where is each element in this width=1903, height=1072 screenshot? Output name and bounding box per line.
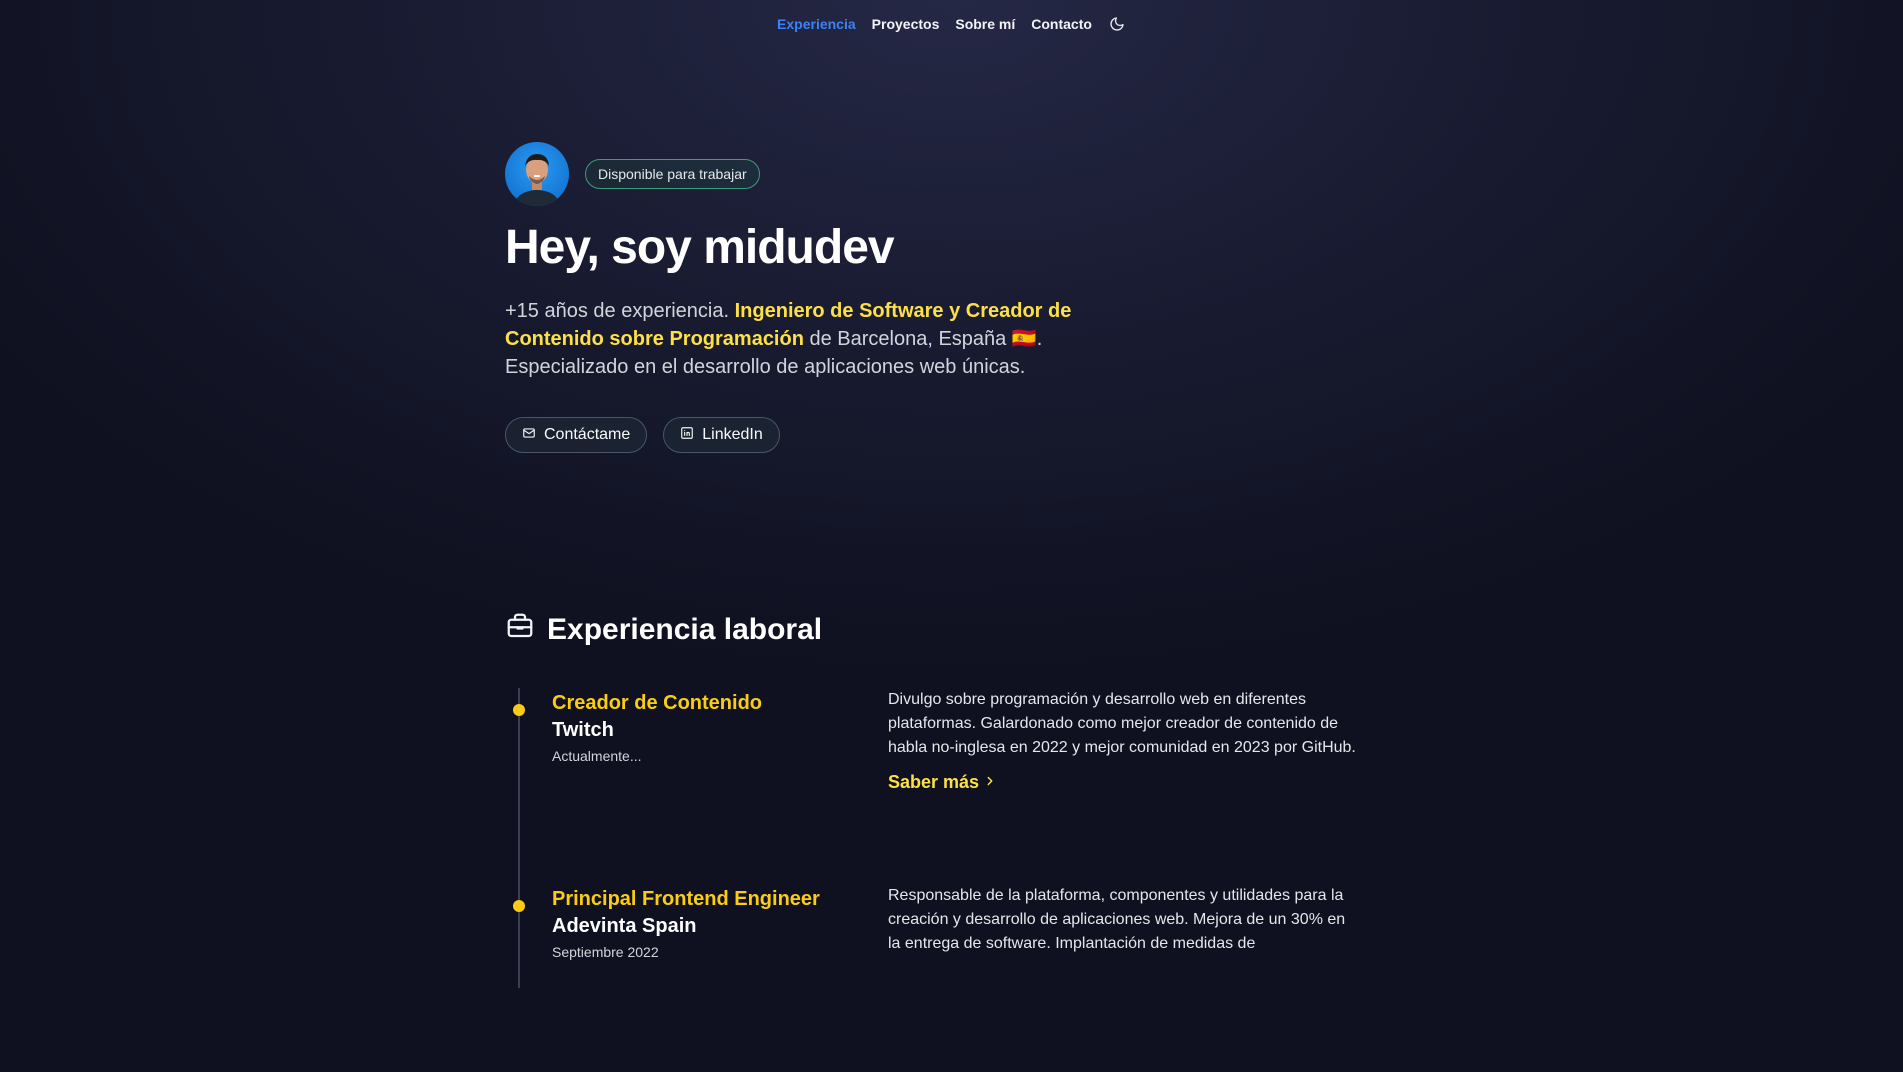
nav-item-proyectos[interactable]: Proyectos xyxy=(872,16,940,32)
hero-buttons: Contáctame LinkedIn xyxy=(505,417,1105,453)
contact-button-label: Contáctame xyxy=(544,426,631,443)
hero-section: Disponible para trabajar Hey, soy midude… xyxy=(505,142,1105,453)
hero-intro: +15 años de experiencia. Ingeniero de So… xyxy=(505,297,1105,381)
page-title: Hey, soy midudev xyxy=(505,221,895,274)
briefcase-icon xyxy=(505,611,535,649)
linkedin-icon xyxy=(680,426,694,445)
job-role: Principal Frontend Engineer xyxy=(552,888,820,910)
status-badge: Disponible para trabajar xyxy=(585,159,760,189)
timeline-item: Creador de Contenido Twitch Actualmente.… xyxy=(505,680,1405,876)
timeline-dot xyxy=(513,900,525,912)
experience-title: Experiencia laboral xyxy=(547,612,823,646)
moon-icon[interactable] xyxy=(1108,15,1126,33)
timeline-item-header: Principal Frontend Engineer Adevinta Spa… xyxy=(552,886,852,960)
job-company: Twitch xyxy=(552,719,614,741)
linkedin-button-label: LinkedIn xyxy=(702,426,763,443)
spain-flag-icon: 🇪🇸 xyxy=(1011,328,1037,350)
nav-item-contacto[interactable]: Contacto xyxy=(1031,16,1092,32)
intro-prefix: +15 años de experiencia. xyxy=(505,300,735,322)
nav-item-sobre-mi[interactable]: Sobre mí xyxy=(955,16,1015,32)
mail-icon xyxy=(522,426,536,445)
contact-button[interactable]: Contáctame xyxy=(505,417,648,453)
chevron-right-icon xyxy=(983,770,997,794)
timeline-dot xyxy=(513,704,525,716)
job-date: Actualmente... xyxy=(552,748,642,764)
learn-more-link[interactable]: Saber más xyxy=(888,770,997,794)
hero-top: Disponible para trabajar xyxy=(505,142,1105,206)
job-company: Adevinta Spain xyxy=(552,915,697,937)
learn-more-label: Saber más xyxy=(888,772,980,792)
avatar xyxy=(505,142,569,206)
job-date: Septiembre 2022 xyxy=(552,944,659,960)
job-role: Creador de Contenido xyxy=(552,692,763,714)
top-nav: Experiencia Proyectos Sobre mí Contacto xyxy=(0,0,1903,48)
nav-item-experiencia[interactable]: Experiencia xyxy=(777,16,856,32)
linkedin-button[interactable]: LinkedIn xyxy=(663,417,780,453)
job-description: Divulgo sobre programación y desarrollo … xyxy=(888,691,1356,756)
timeline-item: Principal Frontend Engineer Adevinta Spa… xyxy=(505,876,1405,1072)
experience-heading: Experiencia laboral xyxy=(505,611,822,649)
timeline-item-header: Creador de Contenido Twitch Actualmente.… xyxy=(552,690,852,764)
timeline-item-body: Responsable de la plataforma, componente… xyxy=(888,884,1358,956)
intro-mid: de Barcelona, España xyxy=(803,328,1012,350)
timeline-item-body: Divulgo sobre programación y desarrollo … xyxy=(888,688,1358,796)
job-description: Responsable de la plataforma, componente… xyxy=(888,887,1346,952)
experience-timeline: Creador de Contenido Twitch Actualmente.… xyxy=(505,680,1405,1072)
